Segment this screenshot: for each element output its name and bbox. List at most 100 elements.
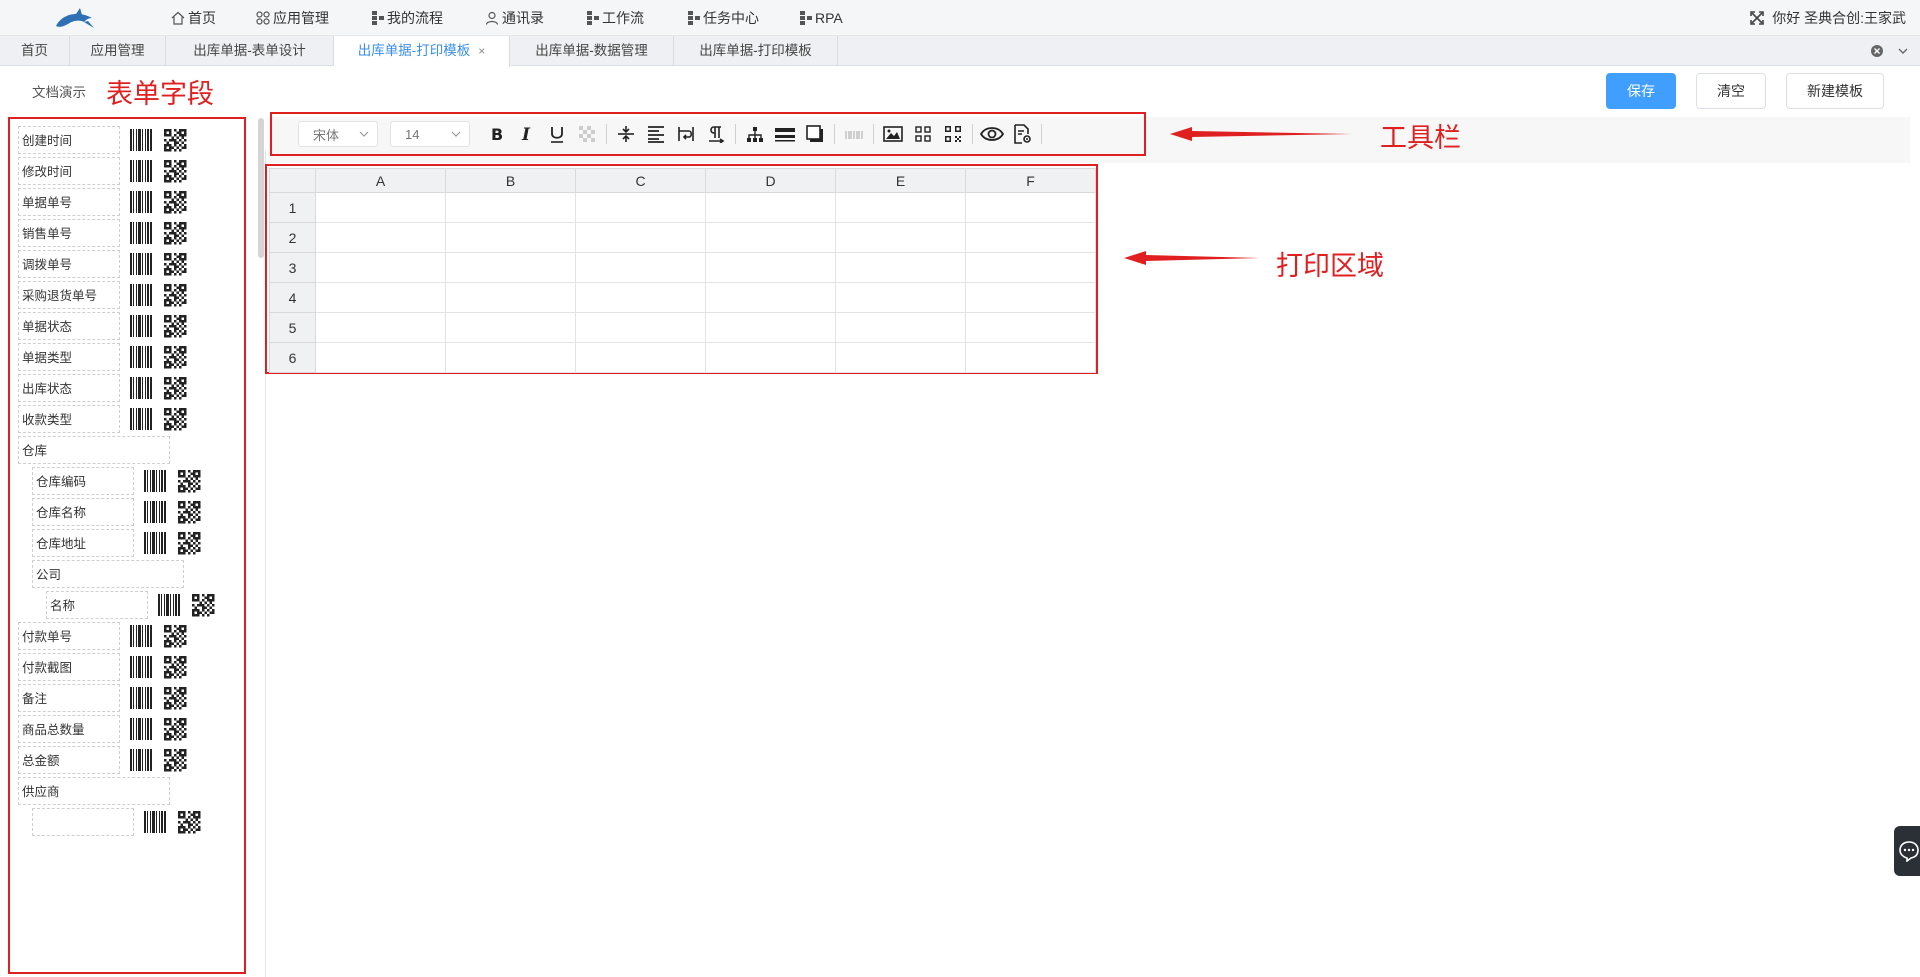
qrcode-icon[interactable] — [162, 747, 188, 773]
qrcode-icon[interactable] — [162, 220, 188, 246]
grid-cell[interactable] — [835, 252, 966, 283]
align-left-button[interactable] — [641, 120, 671, 148]
grid-cell[interactable] — [835, 282, 966, 313]
column-header[interactable]: E — [835, 168, 966, 193]
grid-cell[interactable] — [445, 252, 576, 283]
wrap-text-button[interactable] — [671, 120, 701, 148]
field-label[interactable]: 仓库名称 — [32, 498, 134, 526]
qrcode-icon[interactable] — [176, 809, 202, 835]
shadow-button[interactable] — [800, 120, 830, 148]
column-header[interactable]: D — [705, 168, 836, 193]
grid-cell[interactable] — [965, 312, 1096, 343]
user-greeting[interactable]: 你好 圣典合创:王家武 — [1772, 8, 1906, 28]
barcode-icon[interactable] — [128, 313, 154, 339]
grid-cell[interactable] — [965, 222, 1096, 253]
field-group[interactable]: 公司 — [32, 560, 184, 588]
qrcode-icon[interactable] — [162, 685, 188, 711]
nav-home[interactable]: 首页 — [171, 0, 216, 36]
tree-button[interactable] — [740, 120, 770, 148]
grid-cell[interactable] — [315, 342, 446, 373]
grid-cell[interactable] — [965, 252, 1096, 283]
field-label[interactable]: 出库状态 — [18, 374, 120, 402]
grid-cell[interactable] — [445, 192, 576, 223]
field-label[interactable]: 销售单号 — [18, 219, 120, 247]
qrcode-icon[interactable] — [162, 406, 188, 432]
row-header[interactable]: 3 — [269, 252, 316, 283]
barcode-icon[interactable] — [128, 406, 154, 432]
field-label[interactable]: 单据状态 — [18, 312, 120, 340]
grid-cell[interactable] — [965, 342, 1096, 373]
grid-cell[interactable] — [835, 192, 966, 223]
clear-button[interactable]: 清空 — [1696, 73, 1766, 109]
field-label[interactable]: 单据类型 — [18, 343, 120, 371]
grid-cell[interactable] — [445, 282, 576, 313]
grid-cell[interactable] — [575, 312, 706, 343]
field-label[interactable]: 付款单号 — [18, 622, 120, 650]
barcode-icon[interactable] — [128, 189, 154, 215]
field-label[interactable]: 仓库地址 — [32, 529, 134, 557]
barcode-icon[interactable] — [128, 344, 154, 370]
qrcode-icon[interactable] — [162, 623, 188, 649]
qrcode-icon[interactable] — [190, 592, 216, 618]
barcode-icon[interactable] — [128, 158, 154, 184]
grid-button[interactable] — [908, 120, 938, 148]
grid-cell[interactable] — [315, 312, 446, 343]
qrcode-icon[interactable] — [162, 127, 188, 153]
chat-button[interactable] — [1894, 826, 1920, 876]
grid-cell[interactable] — [575, 192, 706, 223]
barcode-icon[interactable] — [128, 251, 154, 277]
barcode-icon[interactable] — [128, 282, 154, 308]
qrcode-icon[interactable] — [162, 716, 188, 742]
new-template-button[interactable]: 新建模板 — [1786, 73, 1884, 109]
column-header[interactable]: B — [445, 168, 576, 193]
column-header[interactable]: F — [965, 168, 1096, 193]
barcode-icon[interactable] — [128, 127, 154, 153]
grid-cell[interactable] — [575, 222, 706, 253]
qrcode-icon[interactable] — [162, 344, 188, 370]
grid-cell[interactable] — [705, 312, 836, 343]
nav-rpa[interactable]: RPA — [800, 0, 843, 36]
barcode-icon[interactable] — [142, 468, 168, 494]
doc-settings-button[interactable] — [1007, 120, 1037, 148]
column-header[interactable]: A — [315, 168, 446, 193]
grid-cell[interactable] — [705, 282, 836, 313]
tab-close-icon[interactable]: × — [478, 44, 485, 58]
qrcode-button[interactable] — [938, 120, 968, 148]
barcode-icon[interactable] — [128, 220, 154, 246]
field-label[interactable]: 创建时间 — [18, 126, 120, 154]
image-button[interactable] — [878, 120, 908, 148]
underline-button[interactable] — [542, 120, 572, 148]
field-group[interactable]: 供应商 — [18, 777, 170, 805]
border-button[interactable] — [770, 120, 800, 148]
doc-label[interactable]: 文档演示 — [32, 81, 86, 101]
grid-cell[interactable] — [315, 222, 446, 253]
qrcode-icon[interactable] — [162, 189, 188, 215]
field-label[interactable]: 收款类型 — [18, 405, 120, 433]
grid-cell[interactable] — [315, 192, 446, 223]
field-label[interactable]: 调拨单号 — [18, 250, 120, 278]
field-label[interactable]: 单据单号 — [18, 188, 120, 216]
grid-cell[interactable] — [835, 222, 966, 253]
row-header[interactable]: 2 — [269, 222, 316, 253]
qrcode-icon[interactable] — [162, 375, 188, 401]
qrcode-icon[interactable] — [162, 282, 188, 308]
grid-cell[interactable] — [705, 222, 836, 253]
vertical-align-button[interactable] — [611, 120, 641, 148]
font-family-select[interactable]: 宋体 — [298, 121, 378, 147]
barcode-icon[interactable] — [128, 685, 154, 711]
field-label[interactable] — [32, 808, 134, 836]
grid-cell[interactable] — [445, 222, 576, 253]
barcode-icon[interactable] — [156, 592, 182, 618]
grid-cell[interactable] — [445, 342, 576, 373]
tab-form-design[interactable]: 出库单据-表单设计 — [166, 36, 334, 66]
preview-button[interactable] — [977, 120, 1007, 148]
grid-cell[interactable] — [835, 312, 966, 343]
barcode-icon[interactable] — [128, 654, 154, 680]
grid-cell[interactable] — [315, 282, 446, 313]
tab-print-template[interactable]: 出库单据-打印模板 — [674, 36, 838, 66]
tab-print-template-active[interactable]: 出库单据-打印模板 × — [334, 36, 510, 67]
field-label[interactable]: 修改时间 — [18, 157, 120, 185]
barcode-icon[interactable] — [142, 809, 168, 835]
grid-cell[interactable] — [965, 192, 1096, 223]
nav-task-center[interactable]: 任务中心 — [688, 0, 759, 36]
